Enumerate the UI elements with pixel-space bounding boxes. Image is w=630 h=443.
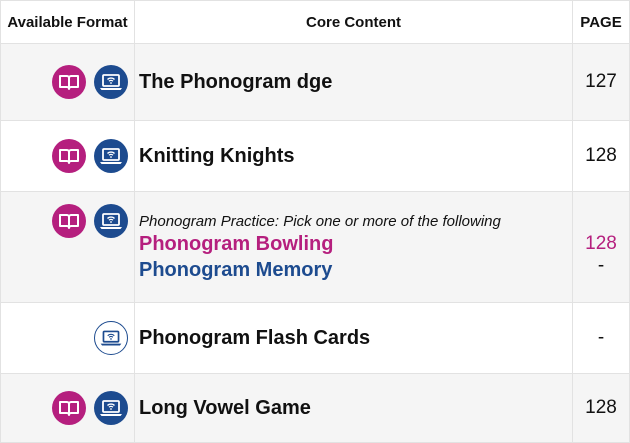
laptop-wifi-icon [94,65,128,99]
table-row: Phonogram Practice: Pick one or more of … [0,191,630,303]
page-number: 128 [572,120,630,192]
lesson-title: Phonogram Flash Cards [139,326,371,349]
format-cell [0,120,135,192]
table-row: Phonogram Flash Cards - [0,302,630,374]
format-cell [0,302,135,374]
practice-intro: Phonogram Practice: Pick one or more of … [139,212,501,230]
laptop-wifi-icon [94,204,128,238]
option-phonogram-bowling: Phonogram Bowling [139,232,334,255]
option-phonogram-memory: Phonogram Memory [139,258,333,281]
header-core-content: Core Content [134,0,573,44]
page-number-cell: 128 - [572,191,630,303]
table-row: The Phonogram dge 127 [0,43,630,121]
laptop-wifi-icon [94,139,128,173]
format-cell [0,373,135,443]
laptop-wifi-icon [94,321,128,355]
book-icon [52,139,86,173]
book-icon [52,65,86,99]
core-content-cell: Long Vowel Game [134,373,573,443]
page-number-memory: - [597,255,605,276]
laptop-wifi-icon [94,391,128,425]
format-cell [0,191,135,303]
core-content-cell: The Phonogram dge [134,43,573,121]
table-row: Knitting Knights 128 [0,120,630,192]
lesson-title: Long Vowel Game [139,396,311,419]
page-number: - [572,302,630,374]
page-number: 127 [572,43,630,121]
header-row: Available Format Core Content PAGE [0,0,630,44]
core-content-cell: Phonogram Practice: Pick one or more of … [134,191,573,303]
lesson-title: The Phonogram dge [139,70,333,93]
header-available-format: Available Format [0,0,135,44]
lesson-table: Available Format Core Content PAGE The P… [0,0,630,443]
book-icon [52,204,86,238]
page-number: 128 [572,373,630,443]
page-number-bowling: 128 [585,233,617,254]
core-content-cell: Phonogram Flash Cards [134,302,573,374]
book-icon [52,391,86,425]
table-row: Long Vowel Game 128 [0,373,630,443]
format-cell [0,43,135,121]
header-page: PAGE [572,0,630,44]
lesson-title: Knitting Knights [139,144,295,167]
core-content-cell: Knitting Knights [134,120,573,192]
